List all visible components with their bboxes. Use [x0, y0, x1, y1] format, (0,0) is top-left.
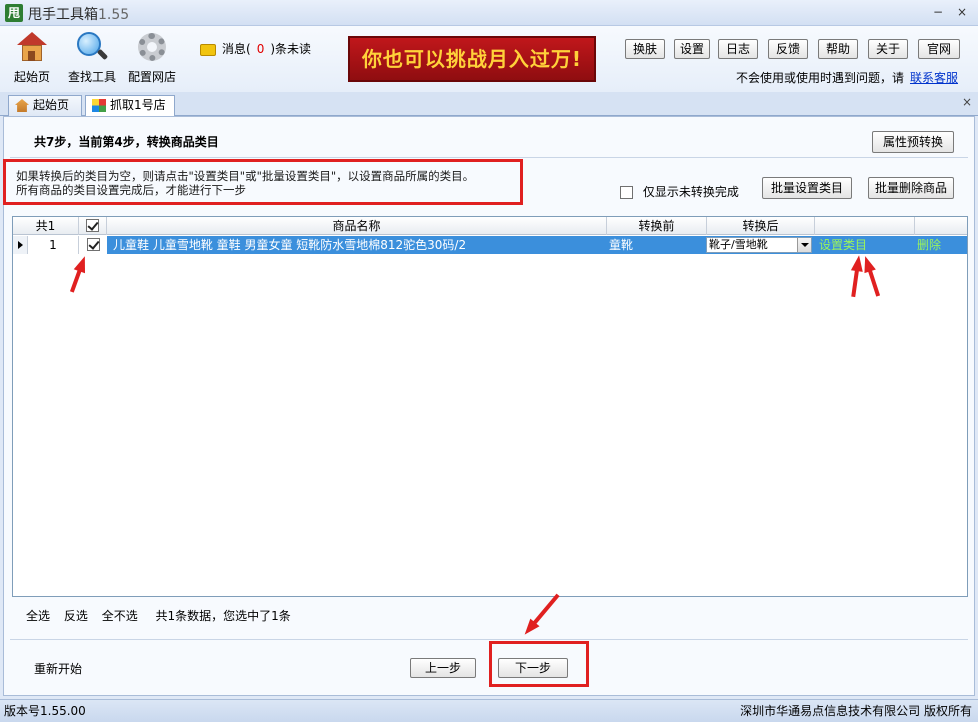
toolbar-home-button[interactable]: 起始页: [10, 30, 54, 85]
feedback-button[interactable]: 反馈: [768, 39, 808, 59]
divider: [10, 157, 968, 158]
website-button[interactable]: 官网: [918, 39, 960, 59]
header-action-delete: [915, 217, 967, 235]
tab-strip: 起始页 抓取1号店: [0, 92, 978, 117]
toolbar-find-tools-button[interactable]: 查找工具: [66, 30, 118, 85]
toolbar-find-tools-label: 查找工具: [67, 70, 116, 84]
chevron-down-icon[interactable]: [797, 238, 811, 252]
header-action-set: [815, 217, 915, 235]
prev-step-button[interactable]: 上一步: [410, 658, 476, 678]
magnifier-icon: [75, 30, 109, 64]
restart-link[interactable]: 重新开始: [34, 660, 82, 677]
skin-button[interactable]: 换肤: [625, 39, 665, 59]
help-line: 不会使用或使用时遇到问题，请 联系客服: [735, 71, 958, 85]
header-select-all[interactable]: [79, 217, 107, 235]
grid-header: 共1 商品名称 转换前 转换后: [13, 217, 967, 235]
toolbar-config-shop-button[interactable]: 配置网店: [126, 30, 178, 85]
close-window-button[interactable]: ×: [954, 4, 970, 20]
unread-count: 0: [256, 42, 265, 56]
title-bar: 甩 甩手工具箱1.55 − ×: [0, 0, 978, 26]
contact-support-link[interactable]: 联系客服: [910, 71, 958, 85]
header-before[interactable]: 转换前: [607, 217, 707, 235]
shop-grid-icon: [92, 99, 106, 112]
home-icon: [15, 99, 29, 112]
step-title: 共7步，当前第4步，转换商品类目: [34, 135, 219, 149]
header-checkbox[interactable]: [86, 219, 99, 232]
tab-home[interactable]: 起始页: [8, 95, 82, 116]
selection-controls: 全选 反选 全不选 共1条数据，您选中了1条: [26, 607, 301, 624]
promo-banner[interactable]: 你也可以挑战月入过万!: [348, 36, 596, 82]
set-category-link[interactable]: 设置类目: [819, 236, 909, 254]
toolbar-config-shop-label: 配置网店: [127, 70, 176, 84]
row-select[interactable]: [79, 236, 107, 254]
log-button[interactable]: 日志: [718, 39, 758, 59]
header-after[interactable]: 转换后: [707, 217, 815, 235]
tab-grab-yhd[interactable]: 抓取1号店: [85, 95, 175, 117]
batch-delete-button[interactable]: 批量删除商品: [868, 177, 954, 199]
row-product-name: 儿童鞋 儿童雪地靴 童鞋 男童女童 短靴防水雪地棉812驼色30码/2: [113, 238, 467, 252]
gear-icon: [135, 30, 169, 64]
row-checkbox[interactable]: [86, 238, 100, 251]
minimize-button[interactable]: −: [930, 4, 946, 20]
divider: [10, 639, 968, 640]
status-bar: 版本号1.55.00 深圳市华通易点信息技术有限公司 版权所有: [0, 699, 978, 722]
attr-pre-convert-button[interactable]: 属性预转换: [872, 131, 954, 153]
app-logo-icon: 甩: [5, 4, 23, 22]
main-panel: 共7步，当前第4步，转换商品类目 属性预转换 如果转换后的类目为空，则请点击"设…: [3, 116, 975, 696]
row-index: 1: [28, 236, 79, 254]
toolbar-home-label: 起始页: [13, 70, 50, 84]
main-toolbar: 起始页 查找工具 配置网店 消息(0)条未读 你也可以挑战月入过万! 换肤 设置…: [0, 26, 978, 92]
version-label: 版本号1.55.00: [4, 704, 86, 718]
selection-summary: 共1条数据，您选中了1条: [155, 609, 291, 623]
table-row[interactable]: 1 儿童鞋 儿童雪地靴 童鞋 男童女童 短靴防水雪地棉812驼色30码/2 童靴…: [13, 236, 967, 254]
annotation-box-notice: [3, 159, 523, 205]
header-count: 共1: [13, 217, 79, 235]
messages-indicator[interactable]: 消息(0)条未读: [200, 40, 311, 57]
envelope-icon: [200, 43, 216, 56]
row-indicator-icon: [13, 236, 28, 254]
only-unconverted-filter[interactable]: 仅显示未转换完成: [620, 183, 739, 200]
product-grid: 共1 商品名称 转换前 转换后 1 儿童鞋 儿童雪地靴 童鞋 男童女童 短靴防水…: [12, 216, 968, 597]
home-icon: [15, 30, 49, 64]
only-unconverted-checkbox[interactable]: [620, 186, 633, 199]
close-tab-icon[interactable]: ×: [962, 95, 972, 109]
batch-set-category-button[interactable]: 批量设置类目: [762, 177, 852, 199]
row-before-category: 童靴: [609, 238, 634, 252]
copyright-label: 深圳市华通易点信息技术有限公司 版权所有: [740, 704, 972, 718]
about-button[interactable]: 关于: [868, 39, 908, 59]
invert-selection-link[interactable]: 反选: [64, 609, 88, 623]
select-all-link[interactable]: 全选: [26, 609, 50, 623]
header-product-name[interactable]: 商品名称: [107, 217, 607, 235]
annotation-box-next: [489, 641, 589, 687]
select-none-link[interactable]: 全不选: [102, 609, 138, 623]
row-after-category-select[interactable]: 靴子/雪地靴: [706, 237, 812, 253]
settings-button[interactable]: 设置: [674, 39, 710, 59]
window-title: 甩手工具箱1.55: [28, 7, 130, 23]
help-button[interactable]: 帮助: [818, 39, 858, 59]
delete-link[interactable]: 删除: [917, 236, 965, 254]
